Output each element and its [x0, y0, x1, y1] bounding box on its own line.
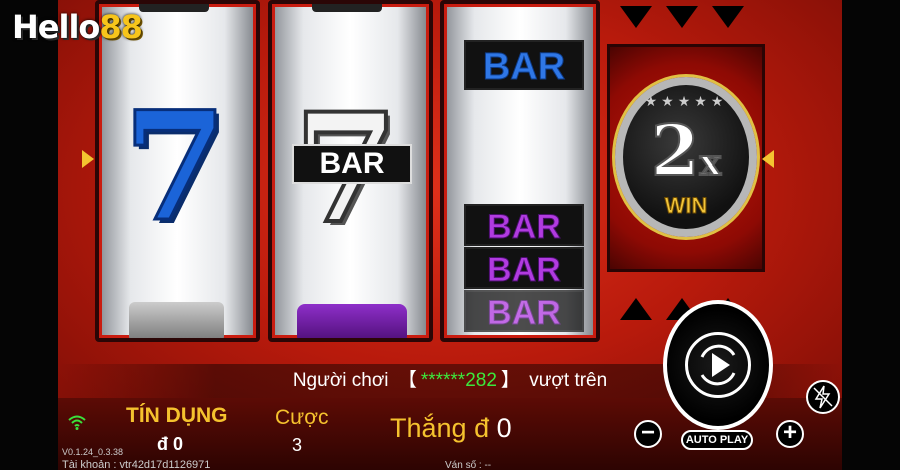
credit-value: đ 0: [157, 434, 184, 454]
notice-bracket-open: 【: [397, 370, 417, 391]
logo-text-part1: Hello: [12, 8, 100, 46]
multiplier-reel: ★★★★★ 2x WIN: [607, 44, 765, 272]
notice-suffix: vượt trên: [529, 370, 608, 391]
brand-logo: Hello88: [12, 8, 143, 46]
wifi-icon: [68, 415, 86, 430]
reel-3-bar-purple-2: BAR: [464, 247, 584, 290]
autoplay-button[interactable]: AUTO PLAY: [681, 430, 753, 450]
right-frame: [842, 0, 900, 470]
reel-2-bar-overlay: BAR: [292, 144, 412, 184]
reel-3-bar-blue: BAR: [464, 40, 584, 90]
left-frame: [0, 0, 58, 470]
win-currency: đ: [474, 413, 490, 443]
arrow-up-icon: [620, 298, 652, 320]
reel-1-partial-symbol-bottom: [129, 302, 224, 338]
decrease-bet-button[interactable]: −: [634, 420, 662, 448]
bet-value: 3: [292, 435, 303, 455]
multiplier-win-label: WIN: [664, 193, 708, 219]
multiplier-coin: ★★★★★ 2x WIN: [615, 77, 757, 237]
spin-icon: [685, 332, 751, 398]
logo-text-part2: 88: [99, 8, 143, 46]
reel-1: 7: [95, 0, 260, 342]
notice-prefix: Người chơi: [292, 370, 389, 391]
turbo-icon: [813, 385, 833, 409]
multiplier-suffix: x: [699, 141, 723, 185]
win-label-text: Thắng: [390, 413, 467, 443]
reel-3-bar-purple-3: BAR: [464, 290, 584, 333]
notice-bracket-close: 】: [500, 370, 520, 391]
round-text: Ván số : --: [445, 460, 492, 470]
arrow-down-icon: [712, 6, 744, 28]
increase-bet-button[interactable]: +: [776, 420, 804, 448]
account-text: Tài khoản : vtr42d17d1126971: [62, 459, 211, 470]
bet-label: Cược: [275, 406, 329, 429]
reel-1-partial-symbol-top: [139, 4, 209, 12]
multiplier-value: 2x: [623, 108, 749, 193]
payline-arrow-icon: [82, 150, 94, 168]
reel-3: BAR BAR BAR BAR: [440, 0, 600, 342]
reel-2: 7 BAR: [268, 0, 433, 342]
payline-arrow-icon: [762, 150, 774, 168]
win-label: Thắng đ 0: [390, 413, 512, 444]
reel-1-seven-symbol: 7: [121, 79, 228, 255]
version-text: V0.1.24_0.3.38: [62, 447, 124, 457]
arrow-down-icon: [666, 6, 698, 28]
notice-player: ******282: [420, 370, 497, 391]
reel-3-bar-purple-1: BAR: [464, 204, 584, 247]
reel-2-partial-symbol-top: [312, 4, 382, 12]
turbo-button[interactable]: [806, 380, 840, 414]
reel-2-partial-symbol-bottom: [297, 304, 407, 338]
credit-label: TÍN DỤNG: [126, 404, 228, 427]
star-icons: ★★★★★: [644, 93, 728, 109]
win-value: 0: [496, 413, 512, 443]
arrow-down-icon: [620, 6, 652, 28]
spin-button[interactable]: [663, 300, 773, 430]
multiplier-number: 2: [650, 108, 701, 193]
slot-machine-stage: Hello88 7 7 BAR BAR BAR BAR BAR ★★★★★ 2x…: [0, 0, 900, 470]
